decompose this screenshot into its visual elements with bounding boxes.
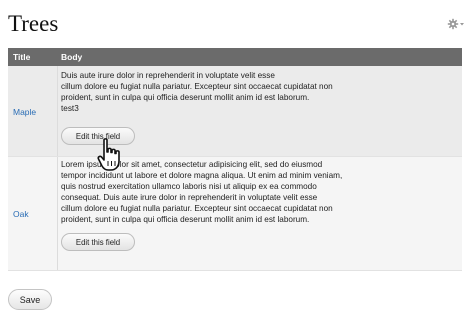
- body-text-line: consequat. Duis aute irure dolor in repr…: [61, 193, 318, 202]
- page-title: Trees: [8, 11, 59, 36]
- row-title-link[interactable]: Maple: [13, 107, 36, 117]
- hand-pointer-icon: [97, 138, 120, 171]
- edit-field-button[interactable]: Edit this field: [61, 233, 135, 251]
- table-header: Title Body: [8, 48, 462, 66]
- column-divider: [57, 66, 58, 156]
- gear-icon[interactable]: [447, 17, 465, 31]
- body-text-line: proident, sunt in culpa qui officia dese…: [61, 215, 310, 224]
- body-text-line: test3: [61, 104, 79, 113]
- body-text-line: Duis aute irure dolor in reprehenderit i…: [61, 71, 275, 80]
- column-header-title: Title: [13, 52, 31, 62]
- column-header-body: Body: [61, 52, 83, 62]
- row-title-link[interactable]: Oak: [13, 209, 29, 219]
- column-divider: [57, 157, 58, 270]
- row-body: Duis aute irure dolor in reprehenderit i…: [61, 70, 456, 114]
- save-button[interactable]: Save: [8, 289, 52, 310]
- trees-table: Title Body Maple Duis aute irure dolor i…: [8, 48, 462, 272]
- table-row: Maple Duis aute irure dolor in reprehend…: [8, 66, 462, 157]
- body-text-line: cillum dolore eu fugiat nulla pariatur. …: [61, 82, 333, 91]
- body-text-line: proident, sunt in culpa qui officia dese…: [61, 93, 310, 102]
- body-text-line: quis nostrud exercitation ullamco labori…: [61, 182, 317, 191]
- table-row: Oak Lorem ipsum dolor sit amet, consecte…: [8, 157, 462, 271]
- body-text-line: cillum dolore eu fugiat nulla pariatur. …: [61, 204, 333, 213]
